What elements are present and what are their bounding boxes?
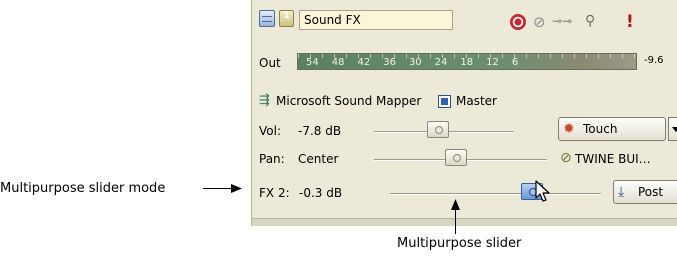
track-number: 1 (283, 11, 290, 21)
panel-bottom-edge (252, 218, 677, 226)
meter-tick-label: 18 (460, 57, 474, 68)
output-meter: 54 48 42 36 30 24 18 12 6 (297, 53, 637, 70)
automation-mode-dropdown[interactable] (668, 117, 677, 141)
mute-icon[interactable]: ⊘ (533, 13, 546, 31)
meter-tick-label: 12 (486, 57, 499, 68)
post-icon: ⤓ (618, 184, 625, 200)
meter-tick-label: 42 (357, 57, 371, 68)
mouse-pointer-icon (535, 180, 550, 202)
output-device-name[interactable]: Microsoft Sound Mapper (276, 94, 421, 108)
meter-tick-label: 24 (434, 57, 448, 68)
meter-tick-label: 48 (331, 57, 345, 68)
multipurpose-slider-track[interactable] (390, 193, 601, 195)
callout-slider-arrowhead (451, 199, 460, 210)
pan-slider-thumb[interactable] (445, 149, 467, 166)
meter-tick-label: 30 (408, 57, 422, 68)
post-fx-button[interactable]: ⤓ Post (613, 180, 677, 204)
meter-tick-label: 36 (383, 57, 396, 68)
plugin-name[interactable]: TWINE BUI… (575, 152, 651, 166)
track-number-badge: 1 (279, 10, 294, 27)
callout-multipurpose-slider-mode: Multipurpose slider mode (0, 181, 166, 196)
meter-label: Out (259, 56, 281, 70)
track-stack-icon[interactable] (259, 10, 275, 27)
solo-icon[interactable]: ⊸⊸ (552, 14, 572, 28)
volume-label: Vol: (259, 124, 281, 138)
volume-slider-thumb[interactable] (427, 121, 449, 138)
meter-tick-label: 54 (306, 57, 319, 68)
track-name-field[interactable]: Sound FX (299, 10, 453, 30)
meter-peak-value: -9.6 (644, 55, 664, 66)
record-arm-icon[interactable] (510, 14, 526, 30)
callout-slider-leader (455, 209, 456, 234)
fx-chain-icon[interactable]: ⚲ (585, 13, 595, 29)
track-header-panel: 1 Sound FX ⊘ ⊸⊸ ⚲ ! Out 54 48 42 36 30 24 18 12… (251, 0, 677, 226)
pan-value: Center (298, 152, 339, 166)
touch-automation-icon: ✹ (563, 121, 575, 137)
callout-mode-leader (203, 188, 232, 189)
callout-mode-arrowhead (231, 184, 242, 193)
meter-tick-label: 6 (511, 57, 519, 68)
master-label: Master (456, 94, 497, 108)
multipurpose-mode-label[interactable]: FX 2: (259, 186, 290, 200)
automation-mode-button[interactable]: ✹ Touch (558, 117, 666, 141)
automation-mode-label: Touch (583, 122, 618, 136)
pan-label: Pan: (259, 152, 285, 166)
callout-multipurpose-slider: Multipurpose slider (397, 236, 522, 251)
device-icon: ⇶ (259, 93, 270, 108)
volume-value: -7.8 dB (298, 124, 342, 138)
track-name-text: Sound FX (304, 13, 361, 27)
multipurpose-value: -0.3 dB (299, 186, 343, 200)
meter-scale: 54 48 42 36 30 24 18 12 6 (306, 57, 531, 68)
master-checkbox[interactable] (438, 95, 451, 108)
post-fx-label: Post (638, 185, 664, 199)
plugin-icon: ⊘ (560, 150, 572, 166)
warning-icon: ! (626, 12, 634, 32)
